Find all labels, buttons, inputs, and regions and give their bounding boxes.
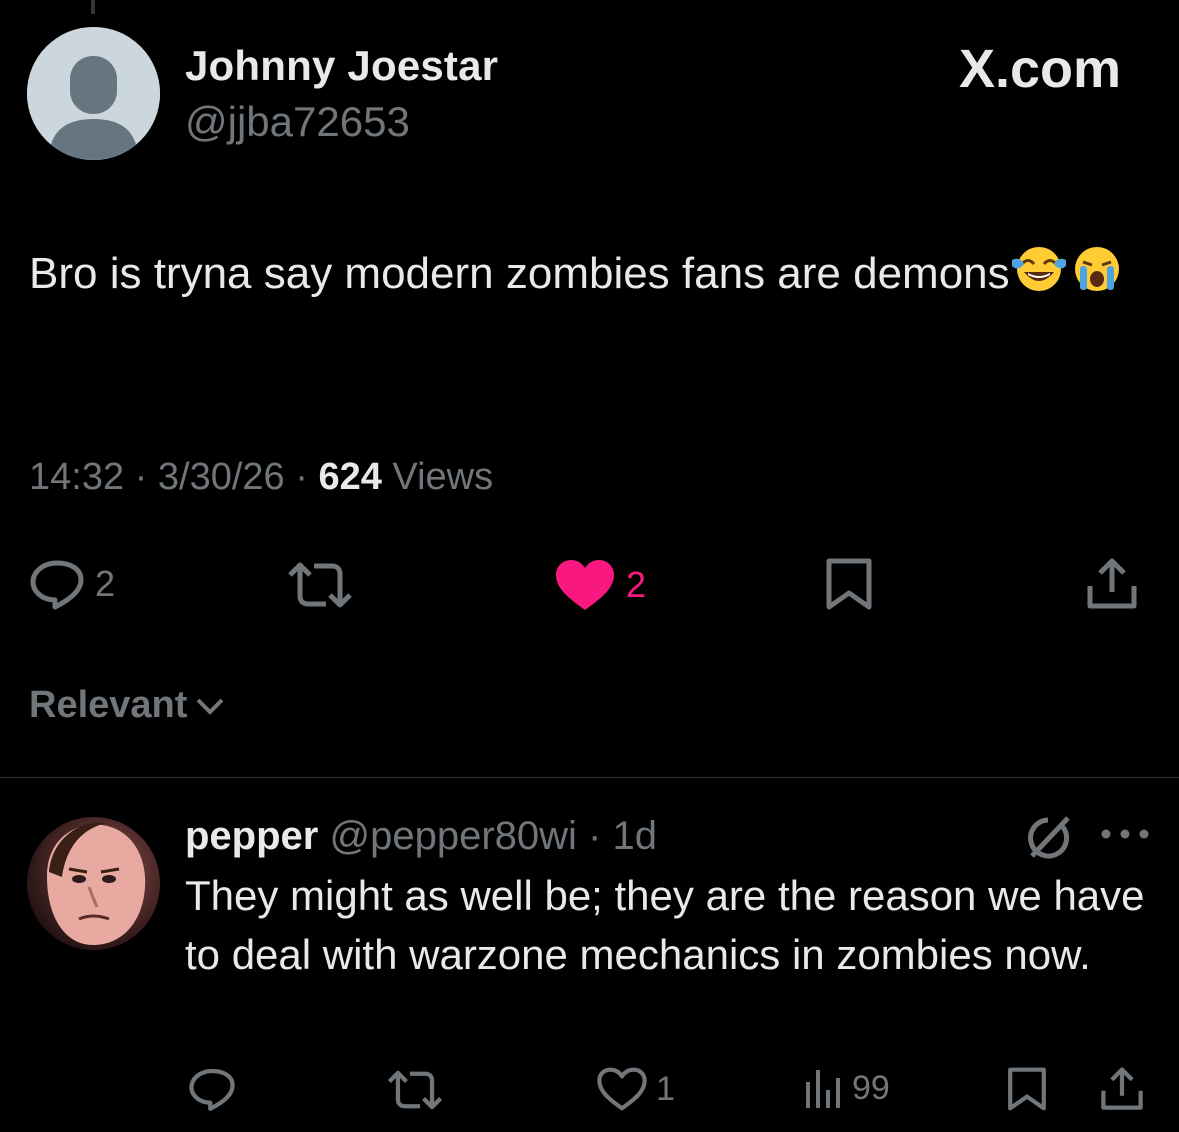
reply-display-name[interactable]: pepper [185, 814, 318, 858]
reply-share-button[interactable] [1100, 1066, 1144, 1112]
repost-icon [288, 562, 352, 608]
reply-body: They might as well be; they are the reas… [185, 872, 1145, 978]
like-count: 2 [626, 564, 647, 605]
thread-connector [91, 0, 95, 14]
reply-button[interactable]: 2 [29, 558, 115, 610]
tweet-time[interactable]: 14:32 [29, 456, 124, 498]
tweet-metadata: 14:32 · 3/30/26 · 624 Views [29, 456, 493, 499]
reply-handle[interactable]: @pepper80wi [329, 814, 576, 858]
separator-dot: · [576, 814, 613, 858]
reply-author-avatar[interactable] [27, 817, 160, 950]
loudly-crying-face-icon [1068, 242, 1126, 318]
heart-filled-icon [556, 560, 614, 610]
sort-label: Relevant [29, 684, 188, 726]
tweet-text: Bro is tryna say modern zombies fans are… [29, 249, 1010, 298]
views-count: 624 [318, 456, 382, 498]
reply-icon [189, 1068, 235, 1111]
author-display-name[interactable]: Johnny Joestar [185, 42, 498, 90]
author-avatar[interactable] [27, 27, 160, 160]
tweet-body: Bro is tryna say modern zombies fans are… [29, 236, 1129, 318]
more-horizontal-icon [1101, 829, 1149, 839]
heart-icon [597, 1067, 647, 1111]
grok-icon [1028, 816, 1070, 859]
author-handle[interactable]: @jjba72653 [185, 98, 410, 146]
share-icon [1087, 558, 1137, 609]
reply-views-count: 99 [852, 1068, 890, 1107]
reply-repost-button[interactable] [386, 1068, 444, 1112]
separator-dot: · [134, 456, 158, 498]
reply-like-count: 1 [656, 1069, 675, 1108]
repost-icon [387, 1070, 443, 1110]
reply-time[interactable]: 1d [612, 814, 657, 858]
reply-reply-button[interactable] [188, 1066, 236, 1112]
reply-like-button[interactable]: 1 [596, 1066, 675, 1112]
bookmark-icon [1008, 1067, 1046, 1111]
reply-count: 2 [95, 563, 116, 604]
tweet-date[interactable]: 3/30/26 [158, 456, 285, 498]
reply-header: pepper @pepper80wi · 1d [185, 814, 657, 859]
bookmark-button[interactable] [824, 558, 874, 610]
reply-bookmark-button[interactable] [1006, 1066, 1048, 1112]
share-icon [1101, 1067, 1143, 1110]
share-button[interactable] [1086, 558, 1138, 610]
grok-button[interactable] [1022, 812, 1074, 869]
reply-sort-dropdown[interactable]: Relevant [29, 684, 227, 727]
default-avatar-icon [27, 27, 160, 160]
views-label: Views [392, 456, 494, 498]
analytics-icon [806, 1070, 840, 1108]
section-divider [0, 777, 1179, 778]
profile-photo-icon [27, 817, 160, 950]
reply-icon [30, 560, 84, 610]
bookmark-icon [826, 558, 872, 610]
separator-dot: · [295, 456, 319, 498]
brand-text: X.com [958, 39, 1121, 99]
face-with-tears-of-joy-icon [1010, 242, 1068, 318]
repost-button[interactable] [286, 560, 354, 610]
more-options-button[interactable] [1100, 826, 1150, 847]
reply-views-button[interactable]: 99 [804, 1066, 890, 1110]
like-button[interactable]: 2 [554, 558, 646, 612]
brand-logo: X.com [959, 38, 1121, 100]
chevron-down-icon [196, 698, 224, 715]
